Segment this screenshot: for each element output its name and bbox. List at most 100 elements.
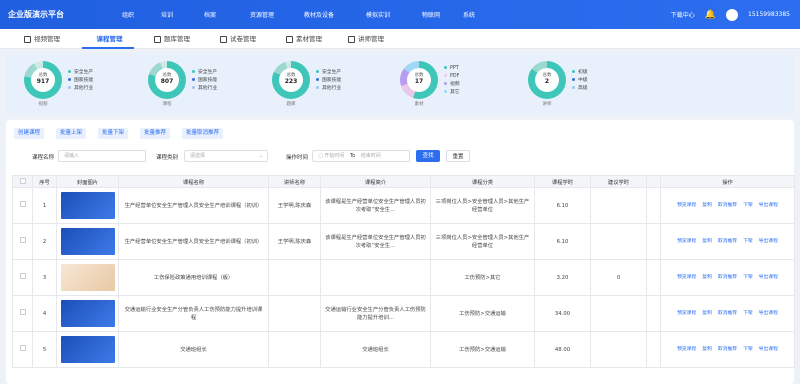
col-header: 序号: [32, 175, 57, 188]
row-checkbox[interactable]: [12, 223, 33, 260]
preview-course-link[interactable]: 预览课程: [677, 347, 696, 352]
teacher-name: [268, 295, 321, 332]
export-course-link[interactable]: 导出课程: [759, 347, 778, 352]
unpublish-link[interactable]: 下架: [743, 311, 753, 316]
video-icon: [24, 35, 31, 43]
table-row: 4 交通运输行业安全生产分管负责人工伤预防能力提升培训课程 交通运输行业安全生产分管…: [12, 295, 795, 332]
stat-lecturer: 总数 2 讲师 初级 中级 高级: [528, 59, 638, 109]
row-ops: 预览课程 复制 取消推荐 下架 导出课程: [660, 223, 795, 260]
export-course-link[interactable]: 导出课程: [759, 311, 778, 316]
course-intro: 交通运输行业安全生产分管负责人工伤预防能力提升培训…: [320, 295, 431, 332]
unrecommend-link[interactable]: 取消推荐: [718, 347, 737, 352]
copy-link[interactable]: 复制: [702, 203, 712, 208]
course-name: 生产经营单位安全生产管理人员安全生产培训课程（初训）: [118, 223, 269, 260]
unpublish-link[interactable]: 下架: [743, 347, 753, 352]
row-checkbox[interactable]: [12, 187, 33, 224]
donut-chart: 总数 17: [400, 61, 438, 99]
tab-question-bank[interactable]: 题库管理: [154, 29, 190, 49]
col-header: 课程分类: [430, 175, 535, 188]
tab-material[interactable]: 素材管理: [286, 29, 322, 49]
copy-link[interactable]: 复制: [702, 347, 712, 352]
table-row: 5 交通班组长 交通班组长 工伤预防>交通运输 48.00 预览课程 复制 取消推荐 下架 导出课…: [12, 331, 795, 368]
course-cover: [56, 187, 119, 224]
nav-item[interactable]: 资源管理: [234, 10, 290, 19]
nav-item[interactable]: 组织: [108, 10, 148, 19]
preview-course-link[interactable]: 预览课程: [677, 239, 696, 244]
nav-item[interactable]: 档案: [186, 10, 234, 19]
bell-icon[interactable]: 🔔: [705, 10, 716, 20]
course-category: 工伤预防>交通运输: [430, 295, 535, 332]
nav-item[interactable]: 系统: [454, 10, 484, 19]
stat-material: 总数 17 素材 PPT PDF 视频 其它: [400, 59, 510, 109]
nav-item[interactable]: 物联网: [408, 10, 454, 19]
copy-link[interactable]: 复制: [702, 239, 712, 244]
teacher-name: 王学明,陈庆森: [268, 187, 321, 224]
donut-chart: 总数 223: [272, 61, 310, 99]
download-center-link[interactable]: 下载中心: [671, 10, 695, 19]
create-course-button[interactable]: 创建课程: [14, 128, 45, 139]
row-ops: 预览课程 复制 取消推荐 下架 导出课程: [660, 295, 795, 332]
row-number: 4: [32, 295, 57, 332]
course-type-select[interactable]: 请选择 ⌄: [184, 150, 268, 162]
row-checkbox[interactable]: [12, 259, 33, 296]
export-course-link[interactable]: 导出课程: [759, 203, 778, 208]
stat-legend: PPT PDF 视频 其它: [444, 65, 460, 97]
unpublish-link[interactable]: 下架: [743, 275, 753, 280]
tab-video[interactable]: 视频管理: [24, 29, 60, 49]
batch-unpublish-button[interactable]: 批量下架: [98, 128, 129, 139]
teacher-name: [268, 259, 321, 296]
unpublish-link[interactable]: 下架: [743, 239, 753, 244]
table-row: 1 生产经营单位安全生产管理人员安全生产培训课程（初训） 王学明,陈庆森 该课程是生产…: [12, 187, 795, 224]
preview-course-link[interactable]: 预览课程: [677, 275, 696, 280]
export-course-link[interactable]: 导出课程: [759, 239, 778, 244]
unrecommend-link[interactable]: 取消推荐: [718, 275, 737, 280]
course-name-label: 课程名称: [32, 155, 55, 161]
table-row: 2 生产经营单位安全生产管理人员安全生产培训课程（初训） 王学明,陈庆森 该课程是生产…: [12, 223, 795, 260]
material-icon: [286, 35, 293, 43]
app-title: 企业版演示平台: [8, 10, 64, 19]
suggest-hours: [590, 187, 647, 224]
nav-item[interactable]: 培训: [148, 10, 186, 19]
course-intro: 该课程是生产经营单位安全生产管理人员初次考取“安全生…: [320, 187, 431, 224]
batch-publish-button[interactable]: 批量上架: [56, 128, 87, 139]
course-hours: 3.20: [534, 259, 591, 296]
unpublish-link[interactable]: 下架: [743, 203, 753, 208]
row-checkbox[interactable]: [12, 331, 33, 368]
course-cover: [56, 223, 119, 260]
batch-recommend-button[interactable]: 批量推荐: [140, 128, 171, 139]
copy-link[interactable]: 复制: [702, 311, 712, 316]
donut-chart: 总数 917: [24, 61, 62, 99]
module-tabs: 视频管理 课程管理 题库管理 试卷管理 素材管理 讲师管理: [0, 29, 800, 49]
suggest-hours: 0: [590, 259, 647, 296]
unrecommend-link[interactable]: 取消推荐: [718, 203, 737, 208]
copy-link[interactable]: 复制: [702, 275, 712, 280]
nav-item[interactable]: 模拟实训: [348, 10, 408, 19]
preview-course-link[interactable]: 预览课程: [677, 311, 696, 316]
stat-course: 总数 807 课程 安全生产 国家技能 其他行业: [148, 59, 258, 109]
user-phone[interactable]: 15159983385: [748, 11, 790, 18]
unrecommend-link[interactable]: 取消推荐: [718, 311, 737, 316]
course-cover: [56, 259, 119, 296]
course-name-input[interactable]: 请输入: [58, 150, 146, 162]
tab-course[interactable]: 课程管理: [82, 29, 134, 49]
course-intro: 交通班组长: [320, 331, 431, 368]
avatar[interactable]: [726, 8, 738, 21]
course-name: 生产经营单位安全生产管理人员安全生产培训课程（初训）: [118, 187, 269, 224]
date-range-picker[interactable]: ▢ 开始时间 To 结束时间: [312, 150, 410, 162]
search-button[interactable]: 查找: [416, 150, 440, 162]
nav-item[interactable]: 教材及设备: [290, 10, 348, 19]
tab-lecturer[interactable]: 讲师管理: [348, 29, 384, 49]
reset-button[interactable]: 重置: [446, 150, 470, 162]
select-all-checkbox[interactable]: [12, 175, 33, 188]
batch-unrecommend-button[interactable]: 批量取消推荐: [182, 128, 224, 139]
course-panel: 创建课程 批量上架 批量下架 批量推荐 批量取消推荐 课程名称 请输入 课程类别…: [6, 120, 795, 384]
preview-course-link[interactable]: 预览课程: [677, 203, 696, 208]
course-name: 工伤保险政策通用培训课程（版）: [118, 259, 269, 296]
row-checkbox[interactable]: [12, 295, 33, 332]
table-row: 3 工伤保险政策通用培训课程（版） 工伤预防>其它 3.20 0 预览课程 复制 取消推荐 下架…: [12, 259, 795, 296]
time-label: 操作时间: [286, 155, 309, 161]
export-course-link[interactable]: 导出课程: [759, 275, 778, 280]
unrecommend-link[interactable]: 取消推荐: [718, 239, 737, 244]
tab-exam[interactable]: 试卷管理: [220, 29, 256, 49]
stat-caption: 课程: [162, 102, 172, 107]
